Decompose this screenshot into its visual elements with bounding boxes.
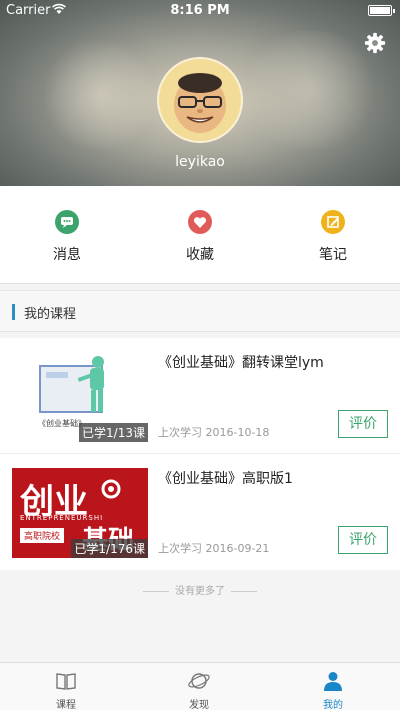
end-of-list-indicator: 没有更多了	[0, 582, 400, 597]
person-icon	[324, 672, 342, 691]
tab-courses[interactable]: 课程	[31, 669, 101, 710]
header-blur-background	[240, 30, 380, 150]
last-study-date: 上次学习 2016-09-21	[158, 542, 270, 555]
pencil-square-icon	[327, 216, 339, 228]
book-icon	[56, 673, 76, 690]
messages-button[interactable]: 消息	[22, 210, 112, 264]
divider-line	[143, 590, 169, 592]
course-thumbnail[interactable]: 《创业基础》 已学1/13课	[12, 352, 148, 442]
divider-line	[231, 590, 257, 592]
last-study-date: 上次学习 2016-10-18	[158, 426, 270, 439]
section-title: 我的课程	[24, 307, 77, 322]
progress-badge: 已学1/13课	[79, 423, 148, 442]
my-courses-header: 我的课程	[0, 290, 400, 332]
notes-button[interactable]: 笔记	[288, 210, 378, 264]
battery-icon	[368, 5, 395, 16]
rate-button[interactable]: 评价	[338, 410, 388, 438]
tab-label: 课程	[56, 700, 76, 710]
notes-label: 笔记	[319, 247, 347, 263]
course-thumbnail[interactable]: 创业 ENTREPRENEURSHI 高职院校 基础 已学1/176课	[12, 468, 148, 558]
messages-label: 消息	[53, 247, 81, 263]
list-item[interactable]: 《创业基础》 已学1/13课 《创业基础》翻转课堂lym 上次学习 2016-1…	[0, 338, 400, 454]
clock: 8:16 PM	[170, 3, 230, 18]
edit-icon	[321, 210, 345, 234]
tab-discover[interactable]: 发现	[164, 669, 234, 710]
chat-bubble-icon	[61, 217, 73, 228]
heart-shape-icon	[193, 217, 207, 228]
header-blur-background	[40, 40, 160, 150]
profile-header: Carrier 8:16 PM leyikao	[0, 0, 400, 186]
favorites-label: 收藏	[186, 247, 214, 263]
favorites-button[interactable]: 收藏	[155, 210, 245, 264]
tab-mine[interactable]: 我的	[298, 669, 368, 710]
planet-icon	[188, 673, 210, 689]
gear-logo-icon	[101, 479, 121, 499]
list-item[interactable]: 创业 ENTREPRENEURSHI 高职院校 基础 已学1/176课 《创业基…	[0, 454, 400, 570]
avatar-cartoon-face	[174, 73, 226, 133]
tab-label: 我的	[323, 700, 343, 710]
course-title: 《创业基础》高职版1	[158, 471, 293, 487]
tab-bar: 课程 发现 我的	[0, 662, 400, 710]
username: leyikao	[175, 154, 225, 170]
rate-button[interactable]: 评价	[338, 526, 388, 554]
avatar[interactable]	[157, 57, 243, 143]
no-more-label: 没有更多了	[175, 586, 225, 597]
settings-gear-icon[interactable]	[364, 32, 386, 54]
quick-actions: 消息 收藏 笔记	[0, 186, 400, 284]
heart-icon	[188, 210, 212, 234]
course-title: 《创业基础》翻转课堂lym	[158, 355, 324, 371]
status-bar: Carrier 8:16 PM	[0, 0, 400, 20]
thumbnail-badge: 高职院校	[20, 528, 65, 543]
course-list: 《创业基础》 已学1/13课 《创业基础》翻转课堂lym 上次学习 2016-1…	[0, 338, 400, 570]
section-accent-bar	[12, 304, 15, 320]
message-icon	[55, 210, 79, 234]
progress-badge: 已学1/176课	[71, 539, 148, 558]
tab-label: 发现	[189, 700, 209, 710]
